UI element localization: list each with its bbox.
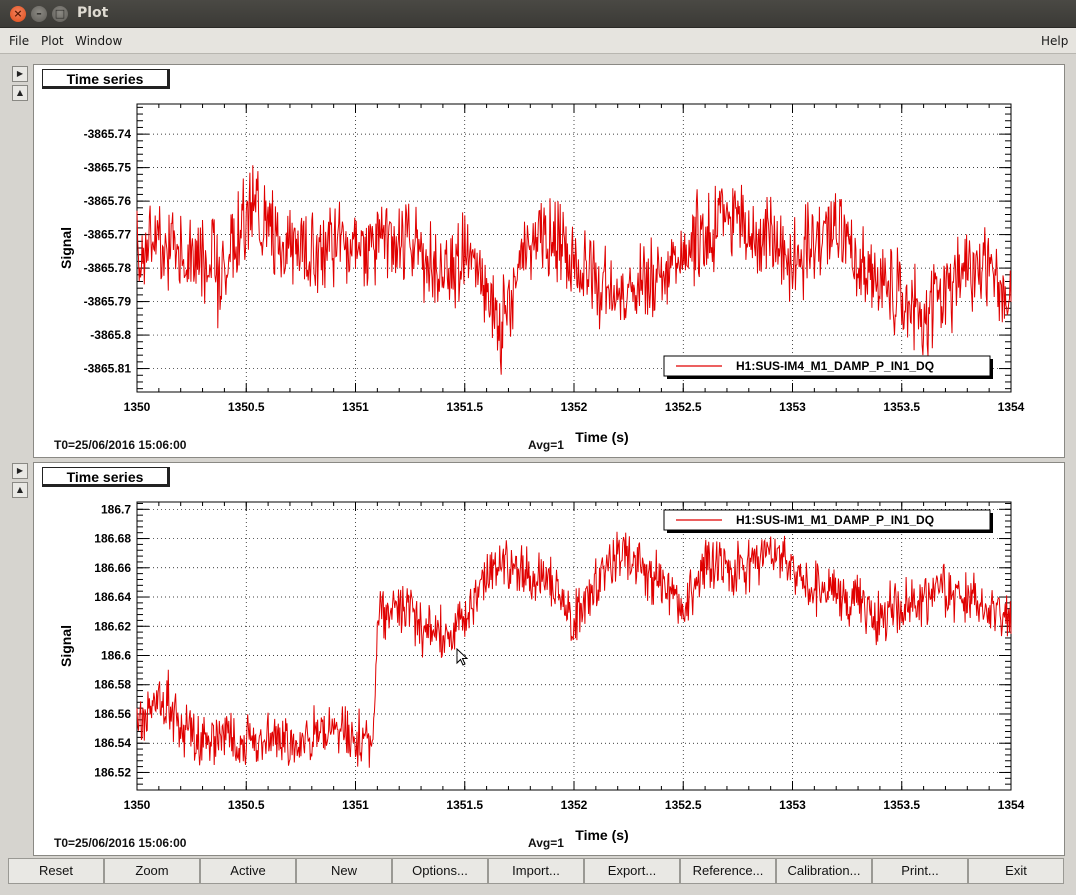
x-tick-label: 1353 bbox=[779, 400, 806, 414]
zoom-button[interactable]: Zoom bbox=[104, 858, 200, 884]
y-tick-label: 186.52 bbox=[94, 765, 131, 779]
x-tick-label: 1350 bbox=[124, 400, 151, 414]
window-titlebar: × – □ Plot bbox=[0, 0, 1076, 28]
y-tick-label: 186.58 bbox=[94, 678, 131, 692]
reference-button[interactable]: Reference... bbox=[680, 858, 776, 884]
y-axis-title: Signal bbox=[58, 227, 74, 269]
x-tick-label: 1351.5 bbox=[446, 400, 483, 414]
x-axis-title: Time (s) bbox=[575, 827, 628, 843]
x-tick-label: 1352.5 bbox=[665, 798, 702, 812]
collapse-up-icon[interactable]: ▲ bbox=[12, 482, 28, 498]
collapse-up-icon[interactable]: ▲ bbox=[12, 85, 28, 101]
y-tick-label: 186.64 bbox=[94, 590, 131, 604]
legend-label: H1:SUS-IM4_M1_DAMP_P_IN1_DQ bbox=[736, 359, 934, 373]
calibration-button[interactable]: Calibration... bbox=[776, 858, 872, 884]
x-tick-label: 1351 bbox=[342, 400, 369, 414]
time-series-chart-1[interactable]: 1350 1350.5 1351 1351.5 1352 1352.5 1353 1353.5… bbox=[34, 65, 1064, 457]
y-tick-label: -3865.74 bbox=[84, 127, 132, 141]
x-tick-label: 1353 bbox=[779, 798, 806, 812]
x-axis-title: Time (s) bbox=[575, 429, 628, 445]
legend-label: H1:SUS-IM1_M1_DAMP_P_IN1_DQ bbox=[736, 513, 934, 527]
y-tick-label: -3865.77 bbox=[84, 228, 132, 242]
expand-right-icon[interactable]: ▶ bbox=[12, 463, 28, 479]
x-tick-label: 1354 bbox=[998, 798, 1025, 812]
t0-label: T0=25/06/2016 15:06:00 bbox=[54, 836, 187, 850]
y-tick-label: -3865.75 bbox=[84, 161, 132, 175]
maximize-window-icon[interactable]: □ bbox=[52, 6, 68, 22]
menu-bar: File Plot Window Help bbox=[0, 28, 1076, 54]
print-button[interactable]: Print... bbox=[872, 858, 968, 884]
x-tick-label: 1351.5 bbox=[446, 798, 483, 812]
x-tick-label: 1353.5 bbox=[883, 798, 920, 812]
avg-label: Avg=1 bbox=[528, 438, 564, 452]
y-tick-label: 186.7 bbox=[101, 502, 131, 516]
expand-right-icon[interactable]: ▶ bbox=[12, 66, 28, 82]
y-tick-label: -3865.79 bbox=[84, 295, 132, 309]
active-button[interactable]: Active bbox=[200, 858, 296, 884]
y-tick-label: -3865.8 bbox=[90, 328, 131, 342]
x-tick-label: 1350 bbox=[124, 798, 151, 812]
x-tick-label: 1353.5 bbox=[883, 400, 920, 414]
x-tick-label: 1352 bbox=[561, 798, 588, 812]
y-axis-title: Signal bbox=[58, 625, 74, 667]
y-tick-label: -3865.78 bbox=[84, 261, 132, 275]
export-button[interactable]: Export... bbox=[584, 858, 680, 884]
y-tick-label: 186.6 bbox=[101, 649, 131, 663]
x-tick-label: 1352 bbox=[561, 400, 588, 414]
close-window-icon[interactable]: × bbox=[10, 6, 26, 22]
t0-label: T0=25/06/2016 15:06:00 bbox=[54, 438, 187, 452]
options-button[interactable]: Options... bbox=[392, 858, 488, 884]
y-tick-label: 186.56 bbox=[94, 707, 131, 721]
mouse-cursor-icon bbox=[456, 648, 469, 666]
plot-panel-1[interactable]: Time series 1350 1350.5 1351 1351.5 1352 1352… bbox=[33, 64, 1065, 458]
plot-panel-2[interactable]: Time series 1350 1350.5 1351 1351.5 1352 1352… bbox=[33, 462, 1065, 856]
exit-button[interactable]: Exit bbox=[968, 858, 1064, 884]
bottom-toolbar: Reset Zoom Active New Options... Import... Exp… bbox=[8, 858, 1068, 884]
x-tick-label: 1352.5 bbox=[665, 400, 702, 414]
y-tick-label: 186.66 bbox=[94, 561, 131, 575]
x-tick-label: 1350.5 bbox=[228, 400, 265, 414]
menu-window[interactable]: Window bbox=[75, 34, 122, 48]
y-tick-label: 186.62 bbox=[94, 619, 131, 633]
x-tick-label: 1351 bbox=[342, 798, 369, 812]
minimize-window-icon[interactable]: – bbox=[31, 6, 47, 22]
avg-label: Avg=1 bbox=[528, 836, 564, 850]
y-tick-label: -3865.76 bbox=[84, 194, 132, 208]
x-tick-label: 1350.5 bbox=[228, 798, 265, 812]
window-title: Plot bbox=[77, 5, 109, 21]
import-button[interactable]: Import... bbox=[488, 858, 584, 884]
menu-file[interactable]: File bbox=[9, 34, 29, 48]
menu-plot[interactable]: Plot bbox=[41, 34, 64, 48]
y-tick-label: 186.68 bbox=[94, 532, 131, 546]
time-series-chart-2[interactable]: 1350 1350.5 1351 1351.5 1352 1352.5 1353 1353.5… bbox=[34, 463, 1064, 855]
reset-button[interactable]: Reset bbox=[8, 858, 104, 884]
y-tick-label: -3865.81 bbox=[84, 362, 132, 376]
menu-help[interactable]: Help bbox=[1041, 34, 1068, 48]
x-tick-label: 1354 bbox=[998, 400, 1025, 414]
new-button[interactable]: New bbox=[296, 858, 392, 884]
y-tick-label: 186.54 bbox=[94, 736, 131, 750]
